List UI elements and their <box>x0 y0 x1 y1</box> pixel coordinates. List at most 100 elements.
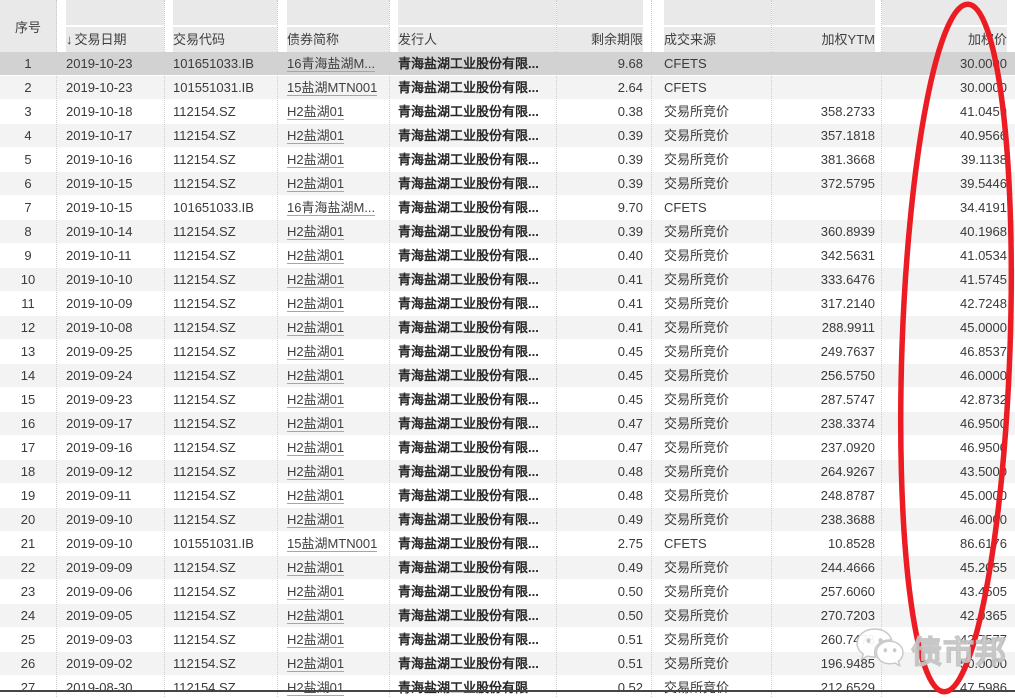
table-row[interactable]: 172019-09-16112154.SZH2盐湖01青海盐湖工业股份有限...… <box>0 436 1015 460</box>
bond-name-link[interactable]: H2盐湖01 <box>287 104 344 120</box>
cell-issuer: 青海盐湖工业股份有限... <box>390 268 557 291</box>
table-row[interactable]: 132019-09-25112154.SZH2盐湖01青海盐湖工业股份有限...… <box>0 340 1015 364</box>
header-top-band <box>664 0 771 27</box>
cell-remaining_term: 0.50 <box>557 580 652 603</box>
column-header-weighted-ytm[interactable]: 加权YTM <box>772 0 882 52</box>
column-header-trade-source[interactable]: 成交来源 <box>652 0 772 52</box>
cell-weighted_ytm: 357.1818 <box>772 124 882 147</box>
table-row[interactable]: 122019-10-08112154.SZH2盐湖01青海盐湖工业股份有限...… <box>0 316 1015 340</box>
table-row[interactable]: 32019-10-18112154.SZH2盐湖01青海盐湖工业股份有限...0… <box>0 100 1015 124</box>
bond-name-link[interactable]: H2盐湖01 <box>287 608 344 624</box>
cell-index: 9 <box>0 244 57 267</box>
cell-weighted_ytm: 270.7203 <box>772 604 882 627</box>
bond-name-link[interactable]: H2盐湖01 <box>287 344 344 360</box>
bond-name-link[interactable]: H2盐湖01 <box>287 440 344 456</box>
column-header-weighted-price[interactable]: 加权价 <box>882 0 1015 52</box>
bond-name-link[interactable]: 16青海盐湖M... <box>287 56 375 72</box>
cell-trade_code: 112154.SZ <box>165 580 278 603</box>
column-header-bond-name[interactable]: 债券简称 <box>278 0 390 52</box>
bond-name-link[interactable]: H2盐湖01 <box>287 320 344 336</box>
cell-remaining_term: 2.64 <box>557 76 652 99</box>
column-header-trade-date[interactable]: ↓交易日期 <box>57 0 165 52</box>
cell-bond_name: H2盐湖01 <box>278 484 390 507</box>
table-row[interactable]: 202019-09-10112154.SZH2盐湖01青海盐湖工业股份有限...… <box>0 508 1015 532</box>
bond-name-link[interactable]: H2盐湖01 <box>287 488 344 504</box>
cell-weighted_price: 41.0534 <box>882 244 1015 267</box>
cell-trade_date: 2019-09-03 <box>57 628 165 651</box>
cell-weighted_price: 42.7248 <box>882 292 1015 315</box>
table-row[interactable]: 112019-10-09112154.SZH2盐湖01青海盐湖工业股份有限...… <box>0 292 1015 316</box>
bond-name-link[interactable]: H2盐湖01 <box>287 560 344 576</box>
cell-issuer: 青海盐湖工业股份有限... <box>390 508 557 531</box>
table-row[interactable]: 82019-10-14112154.SZH2盐湖01青海盐湖工业股份有限...0… <box>0 220 1015 244</box>
cell-trade_source: 交易所竞价 <box>652 220 772 243</box>
table-row[interactable]: 102019-10-10112154.SZH2盐湖01青海盐湖工业股份有限...… <box>0 268 1015 292</box>
cell-bond_name: H2盐湖01 <box>278 556 390 579</box>
bond-name-link[interactable]: H2盐湖01 <box>287 272 344 288</box>
bond-name-link[interactable]: H2盐湖01 <box>287 584 344 600</box>
table-row[interactable]: 222019-09-09112154.SZH2盐湖01青海盐湖工业股份有限...… <box>0 556 1015 580</box>
bond-name-link[interactable]: H2盐湖01 <box>287 656 344 672</box>
header-top-band <box>66 0 164 27</box>
cell-weighted_ytm: 358.2733 <box>772 100 882 123</box>
cell-trade_code: 112154.SZ <box>165 436 278 459</box>
table-row[interactable]: 142019-09-24112154.SZH2盐湖01青海盐湖工业股份有限...… <box>0 364 1015 388</box>
table-row[interactable]: 192019-09-11112154.SZH2盐湖01青海盐湖工业股份有限...… <box>0 484 1015 508</box>
cell-remaining_term: 0.39 <box>557 124 652 147</box>
table-row[interactable]: 152019-09-23112154.SZH2盐湖01青海盐湖工业股份有限...… <box>0 388 1015 412</box>
table-row[interactable]: 72019-10-15101651033.IB16青海盐湖M...青海盐湖工业股… <box>0 196 1015 220</box>
cell-trade_date: 2019-10-15 <box>57 172 165 195</box>
cell-trade_code: 112154.SZ <box>165 484 278 507</box>
table-row[interactable]: 242019-09-05112154.SZH2盐湖01青海盐湖工业股份有限...… <box>0 604 1015 628</box>
window-bottom-border <box>0 690 1015 692</box>
cell-trade_date: 2019-09-16 <box>57 436 165 459</box>
cell-index: 10 <box>0 268 57 291</box>
cell-trade_date: 2019-09-25 <box>57 340 165 363</box>
table-row[interactable]: 62019-10-15112154.SZH2盐湖01青海盐湖工业股份有限...0… <box>0 172 1015 196</box>
column-header-remaining-term[interactable]: 剩余期限 <box>557 0 652 52</box>
cell-trade_source: 交易所竞价 <box>652 484 772 507</box>
table-row[interactable]: 92019-10-11112154.SZH2盐湖01青海盐湖工业股份有限...0… <box>0 244 1015 268</box>
table-row[interactable]: 182019-09-12112154.SZH2盐湖01青海盐湖工业股份有限...… <box>0 460 1015 484</box>
bond-name-link[interactable]: H2盐湖01 <box>287 416 344 432</box>
bond-name-link[interactable]: H2盐湖01 <box>287 632 344 648</box>
table-row[interactable]: 22019-10-23101551031.IB15盐湖MTN001青海盐湖工业股… <box>0 76 1015 100</box>
bond-name-link[interactable]: H2盐湖01 <box>287 368 344 384</box>
table-row[interactable]: 272019-08-30112154.SZH2盐湖01青海盐湖工业股份有限...… <box>0 676 1015 698</box>
cell-weighted_price: 39.5446 <box>882 172 1015 195</box>
table-row[interactable]: 232019-09-06112154.SZH2盐湖01青海盐湖工业股份有限...… <box>0 580 1015 604</box>
column-header-issuer[interactable]: 发行人 <box>390 0 557 52</box>
table-row[interactable]: 262019-09-02112154.SZH2盐湖01青海盐湖工业股份有限...… <box>0 652 1015 676</box>
bond-name-link[interactable]: H2盐湖01 <box>287 464 344 480</box>
bond-name-link[interactable]: H2盐湖01 <box>287 152 344 168</box>
bond-name-link[interactable]: H2盐湖01 <box>287 296 344 312</box>
table-row[interactable]: 162019-09-17112154.SZH2盐湖01青海盐湖工业股份有限...… <box>0 412 1015 436</box>
column-header-trade-code[interactable]: 交易代码 <box>165 0 278 52</box>
bond-name-link[interactable]: H2盐湖01 <box>287 248 344 264</box>
cell-remaining_term: 0.45 <box>557 364 652 387</box>
cell-weighted_ytm: 248.8787 <box>772 484 882 507</box>
bond-name-link[interactable]: 16青海盐湖M... <box>287 200 375 216</box>
table-row[interactable]: 12019-10-23101651033.IB16青海盐湖M...青海盐湖工业股… <box>0 52 1015 76</box>
cell-issuer: 青海盐湖工业股份有限... <box>390 652 557 675</box>
cell-weighted_ytm: 249.7637 <box>772 340 882 363</box>
cell-trade_date: 2019-10-23 <box>57 76 165 99</box>
table-row[interactable]: 42019-10-17112154.SZH2盐湖01青海盐湖工业股份有限...0… <box>0 124 1015 148</box>
bond-name-link[interactable]: 15盐湖MTN001 <box>287 536 377 552</box>
bond-name-link[interactable]: 15盐湖MTN001 <box>287 80 377 96</box>
table-row[interactable]: 52019-10-16112154.SZH2盐湖01青海盐湖工业股份有限...0… <box>0 148 1015 172</box>
column-header-index[interactable]: 序号 <box>0 0 57 52</box>
cell-index: 6 <box>0 172 57 195</box>
cell-weighted_price: 34.4191 <box>882 196 1015 219</box>
cell-weighted_price: 86.6176 <box>882 532 1015 555</box>
cell-trade_source: 交易所竞价 <box>652 316 772 339</box>
bond-name-link[interactable]: H2盐湖01 <box>287 128 344 144</box>
bond-name-link[interactable]: H2盐湖01 <box>287 176 344 192</box>
bond-name-link[interactable]: H2盐湖01 <box>287 224 344 240</box>
table-row[interactable]: 212019-09-10101551031.IB15盐湖MTN001青海盐湖工业… <box>0 532 1015 556</box>
table-row[interactable]: 252019-09-03112154.SZH2盐湖01青海盐湖工业股份有限...… <box>0 628 1015 652</box>
bond-name-link[interactable]: H2盐湖01 <box>287 512 344 528</box>
bond-name-link[interactable]: H2盐湖01 <box>287 392 344 408</box>
cell-trade_date: 2019-09-23 <box>57 388 165 411</box>
bond-name-link[interactable]: H2盐湖01 <box>287 680 344 696</box>
